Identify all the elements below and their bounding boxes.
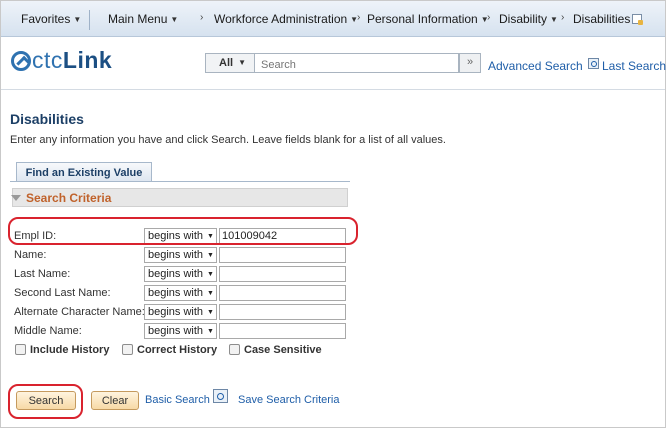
collapse-triangle-icon[interactable] [11,195,21,201]
chevron-down-icon: ▼ [73,15,82,24]
include-history-checkbox[interactable] [15,344,26,355]
breadcrumb-label: Disabilities [573,12,631,26]
alternate-character-name-operator-select[interactable]: begins with ▼ [144,304,217,320]
basic-search-link[interactable]: Basic Search [145,394,210,406]
middle-name-input[interactable] [219,323,346,339]
case-sensitive-label: Case Sensitive [244,344,322,356]
middle-name-operator-select[interactable]: begins with ▼ [144,323,217,339]
advanced-search-link[interactable]: Advanced Search [488,59,583,73]
include-history-label: Include History [30,344,110,356]
nav-divider [89,10,90,30]
page-instructions: Enter any information you have and click… [10,134,446,146]
search-go-button[interactable]: » [459,53,481,73]
tab-find-existing-value[interactable]: Find an Existing Value [16,162,152,182]
name-label: Name: [14,249,47,261]
search-button-highlight [8,384,83,419]
alternate-character-name-input[interactable] [219,304,346,320]
name-input[interactable] [219,247,346,263]
chevron-down-icon: ▼ [207,252,214,259]
chevron-down-icon: ▼ [207,271,214,278]
breadcrumb-label: Personal Information [367,12,478,26]
main-menu-label: Main Menu [108,12,168,26]
header-bar: ctcLink All ▼ » Advanced Search Last Sear… [1,38,666,90]
operator-value: begins with [148,249,204,261]
chevron-right-icon: › [357,12,361,23]
chevron-right-icon: › [200,12,204,23]
global-search-input[interactable] [254,53,459,73]
last-name-input[interactable] [219,266,346,282]
chevron-down-icon: ▼ [238,58,246,67]
chevron-down-icon: ▼ [207,290,214,297]
operator-value: begins with [148,325,204,337]
chevron-right-icon: › [487,12,491,23]
favorites-label: Favorites [21,12,71,26]
chevron-down-icon: ▼ [207,328,214,335]
alternate-character-name-label: Alternate Character Name: [14,306,145,318]
logo-mark-icon [11,51,31,71]
chevron-down-icon: ▼ [170,15,179,24]
search-criteria-label: Search Criteria [26,191,112,205]
last-name-label: Last Name: [14,268,71,280]
page-icon [632,14,644,25]
operator-value: begins with [148,268,204,280]
breadcrumb-disabilities[interactable]: Disabilities [573,12,644,26]
empl-id-highlight [8,217,358,245]
main-menu[interactable]: Main Menu ▼ [108,12,178,26]
last-search-icon[interactable] [588,58,599,69]
page-title: Disabilities [10,111,84,127]
breadcrumb-label: Disability [499,12,548,26]
chevron-down-icon: ▼ [550,15,558,24]
breadcrumb-personal-information[interactable]: Personal Information ▼ [367,12,489,26]
breadcrumb-label: Workforce Administration [214,12,348,26]
top-navigation-bar: Favorites ▼ Main Menu ▼ › Workforce Admini… [1,1,665,37]
logo-prefix: ctc [32,47,63,73]
chevron-down-icon: ▼ [207,309,214,316]
name-operator-select[interactable]: begins with ▼ [144,247,217,263]
operator-value: begins with [148,306,204,318]
search-scope-value: All [219,57,234,69]
second-last-name-input[interactable] [219,285,346,301]
second-last-name-label: Second Last Name: [14,287,111,299]
tab-underline [10,181,350,182]
last-name-operator-select[interactable]: begins with ▼ [144,266,217,282]
ctclink-logo: ctcLink [11,47,112,74]
chevron-right-icon: › [561,12,565,23]
operator-value: begins with [148,287,204,299]
save-search-criteria-link[interactable]: Save Search Criteria [238,394,340,406]
middle-name-label: Middle Name: [14,325,82,337]
breadcrumb-disability[interactable]: Disability ▼ [499,12,558,26]
save-search-icon[interactable] [213,389,228,403]
search-scope-dropdown[interactable]: All ▼ [205,53,255,73]
favorites-menu[interactable]: Favorites ▼ [21,12,81,26]
logo-suffix: Link [62,47,113,73]
breadcrumb-workforce-administration[interactable]: Workforce Administration ▼ [214,12,358,26]
case-sensitive-checkbox[interactable] [229,344,240,355]
correct-history-checkbox[interactable] [122,344,133,355]
clear-button[interactable]: Clear [91,391,139,410]
last-search-link[interactable]: Last Search [602,59,666,73]
second-last-name-operator-select[interactable]: begins with ▼ [144,285,217,301]
correct-history-label: Correct History [137,344,218,356]
double-chevron-right-icon: » [466,56,474,68]
